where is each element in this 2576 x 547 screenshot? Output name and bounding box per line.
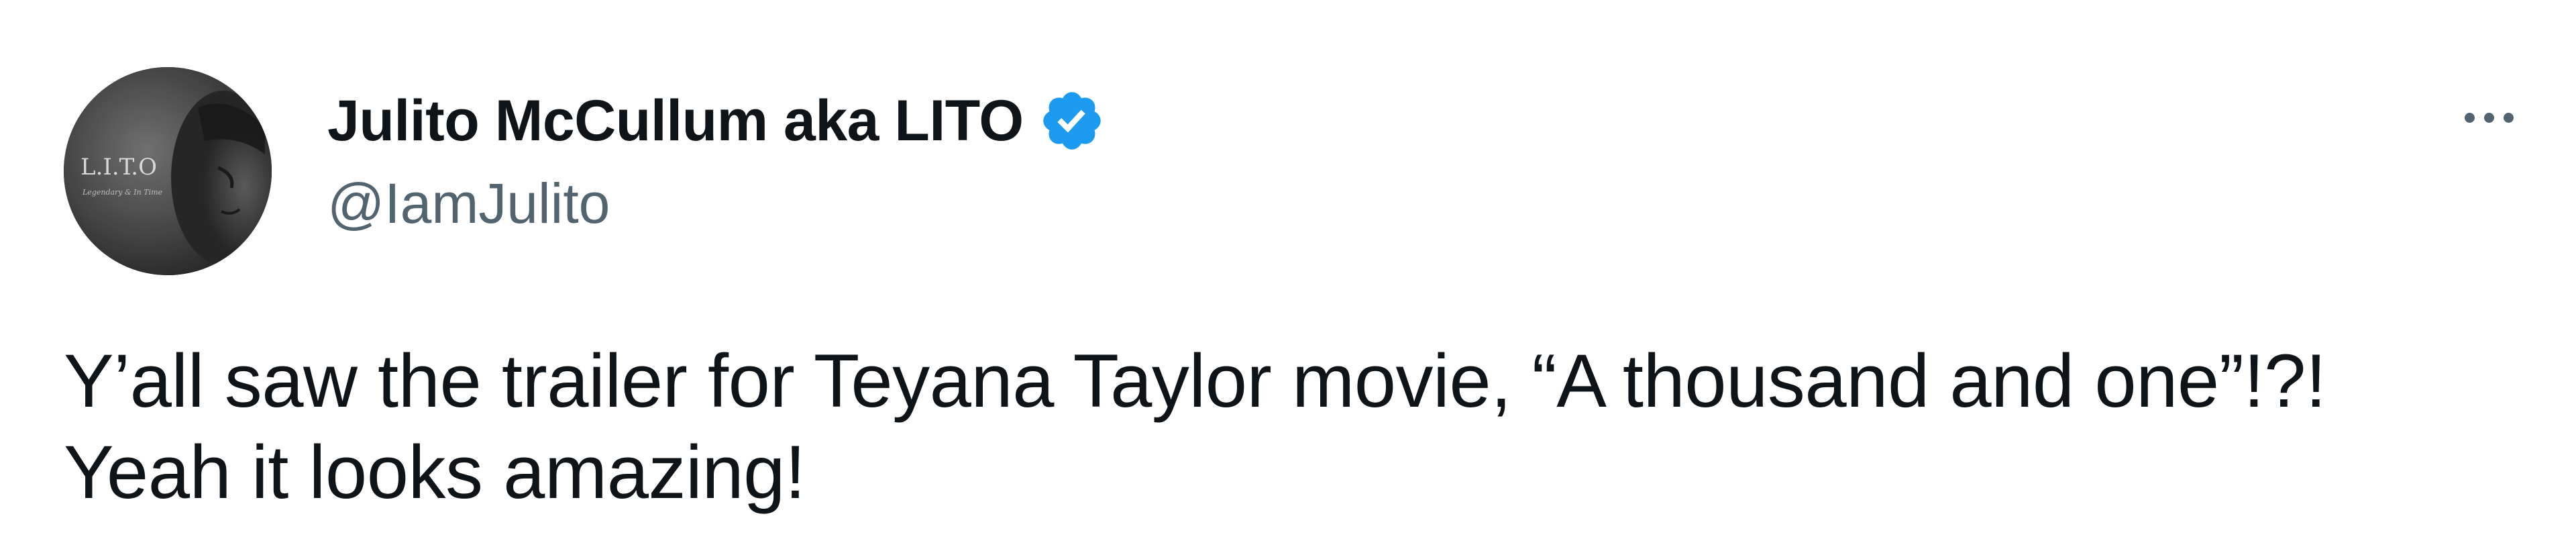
tweet-card: L.I.T.O Legendary & In Time Julito McCul…	[0, 0, 2576, 547]
avatar-logo-text: L.I.T.O	[80, 154, 157, 181]
tweet-text-line-1: Y’all saw the trailer for Teyana Taylor …	[64, 339, 2326, 423]
verified-badge-icon	[1038, 87, 1106, 154]
more-dot	[2464, 112, 2475, 123]
display-name[interactable]: Julito McCullum aka LITO	[327, 88, 1024, 154]
more-dot	[2483, 112, 2494, 123]
avatar-logo-subtext: Legendary & In Time	[82, 188, 163, 197]
more-dot	[2503, 112, 2514, 123]
more-options-icon[interactable]	[2442, 87, 2536, 148]
author-name-row: Julito McCullum aka LITO	[327, 81, 1106, 161]
avatar[interactable]: L.I.T.O Legendary & In Time	[64, 67, 272, 275]
author-handle[interactable]: @IamJulito	[327, 171, 610, 236]
tweet-text: Y’all saw the trailer for Teyana Taylor …	[64, 336, 2479, 518]
tweet-text-line-2: Yeah it looks amazing!	[64, 430, 806, 514]
